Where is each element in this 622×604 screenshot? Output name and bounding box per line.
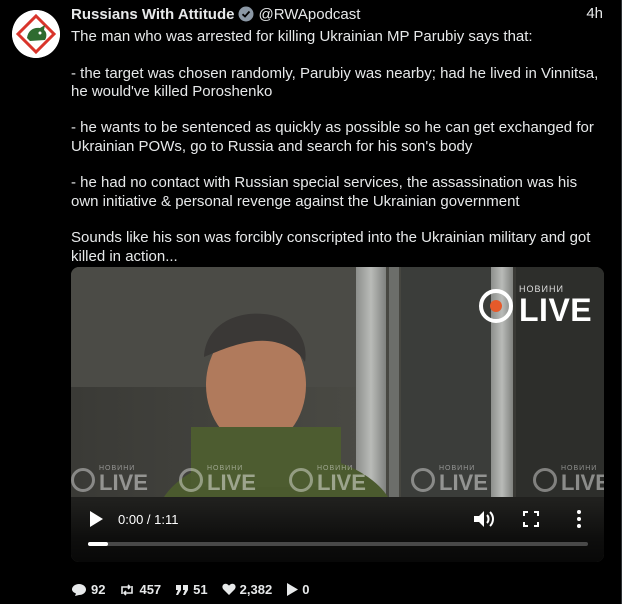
quote-count: 51 [193,582,208,597]
channel-logo: НОВИНИ LIVE [479,285,592,326]
watermark-ring-icon [411,467,435,492]
post-header: Russians With Attitude @RWApodcast [71,4,360,24]
video-progress-bar[interactable] [88,542,588,546]
quote-icon [176,584,189,595]
paragraph: - the target was chosen randomly, Parubi… [71,64,599,100]
watermark-ring-icon [533,467,557,492]
reply-button[interactable]: 92 [71,582,105,597]
like-icon [222,583,236,595]
channel-logo-big: LIVE [519,292,593,328]
watermark-big: LIVE [99,470,148,495]
video-player[interactable]: НОВИНИ LIVE НОВИНИ LIVE НОВИНИ LIVE НОВИНИ… [71,267,604,562]
watermark-logo: НОВИНИ LIVE [411,465,488,494]
post-time[interactable]: 4h [586,4,603,24]
post-actions: 92 457 51 2,382 0 [71,582,323,597]
watermark-big: LIVE [439,470,488,495]
watermark-ring-icon [289,467,313,492]
post-text: The man who was arrested for killing Ukr… [71,28,601,266]
paragraph: - he had no contact with Russian special… [71,174,578,210]
views-button[interactable]: 0 [286,582,309,597]
avatar-logo-icon [12,10,60,58]
quote-button[interactable]: 51 [175,582,208,597]
play-icon[interactable] [89,511,103,527]
author-name[interactable]: Russians With Attitude [71,6,234,23]
video-timecode: 0:00 / 1:11 [118,512,179,527]
author-handle[interactable]: @RWApodcast [258,6,360,23]
watermark-logo: НОВИНИ LIVE [179,465,256,494]
watermark-logo: НОВИНИ LIVE [71,465,148,494]
fullscreen-icon[interactable] [523,511,539,527]
like-count: 2,382 [239,582,273,597]
watermark-logo: НОВИНИ LIVE [289,465,366,494]
watermark-ring-icon [71,467,95,492]
repost-icon [121,583,134,596]
reply-count: 92 [91,582,106,597]
repost-button[interactable]: 457 [119,582,161,597]
post: Russians With Attitude @RWApodcast 4h Th… [0,0,622,604]
watermark-big: LIVE [561,470,604,495]
watermark-logo: НОВИНИ LIVE [533,465,604,494]
watermark-big: LIVE [317,470,366,495]
video-controls: 0:00 / 1:11 [71,500,604,562]
views-play-icon [287,583,299,596]
live-logo-icon [479,288,513,323]
paragraph: - he wants to be sentenced as quickly as… [71,119,594,155]
repost-count: 457 [139,582,162,597]
watermark-big: LIVE [207,470,256,495]
reply-icon [72,583,86,596]
views-count: 0 [302,582,310,597]
watermark-ring-icon [179,467,203,492]
like-button[interactable]: 2,382 [222,582,273,597]
volume-icon[interactable] [473,509,495,529]
avatar[interactable] [12,10,60,58]
paragraph: Sounds like his son was forcibly conscri… [71,229,591,265]
video-progress-fill [88,542,108,546]
more-vertical-icon[interactable] [576,509,582,529]
verified-badge-icon [238,6,254,22]
paragraph: The man who was arrested for killing Ukr… [71,28,533,45]
